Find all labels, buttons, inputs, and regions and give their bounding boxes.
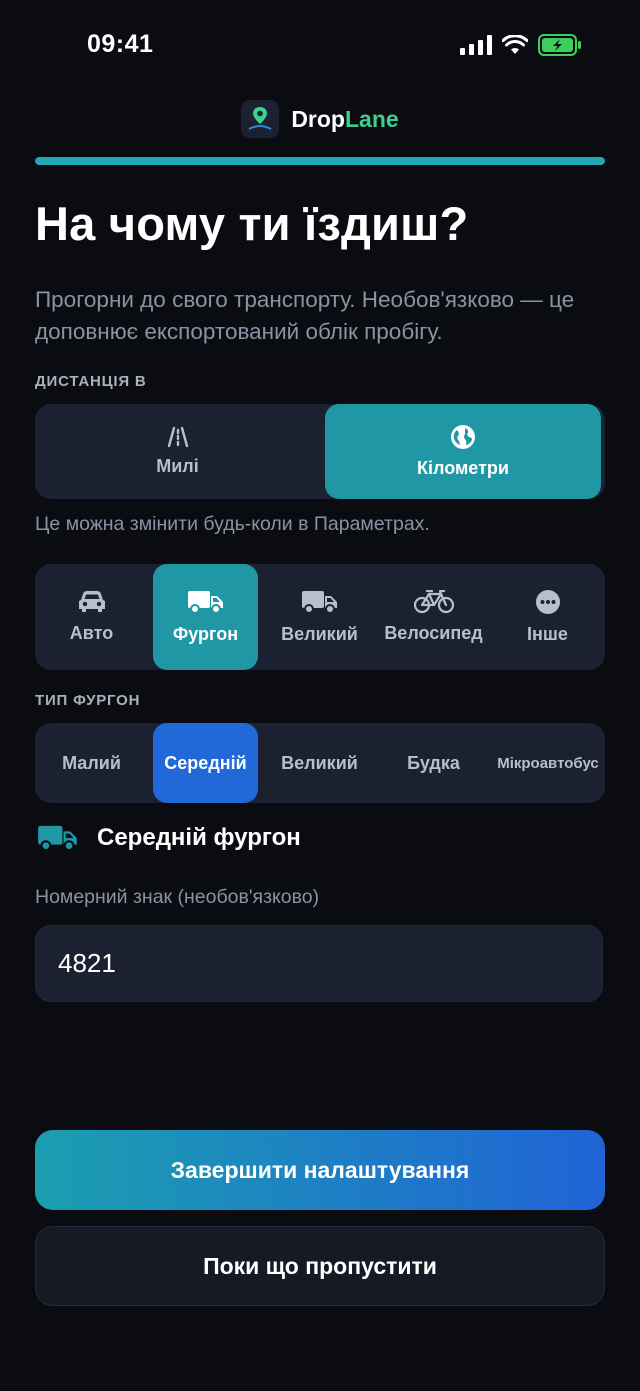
units-section-label: ДИСТАНЦІЯ В <box>35 373 147 390</box>
plate-input[interactable]: 4821 <box>35 925 603 1002</box>
globe-icon <box>451 425 475 449</box>
van-type-large[interactable]: Великий <box>267 723 372 803</box>
finish-setup-button[interactable]: Завершити налаштування <box>35 1130 605 1210</box>
app-name: DropLane <box>291 105 399 132</box>
app-brand: DropLane <box>0 100 640 138</box>
bicycle-icon <box>413 590 454 614</box>
van-type-selector: Малий Середній Великий Будка Мікроавтобу… <box>35 723 605 803</box>
selected-vehicle-summary: Середній фургон <box>37 823 301 853</box>
plate-field-label: Номерний знак (необов'язково) <box>35 886 320 908</box>
unit-option-miles[interactable]: Милі <box>35 404 320 499</box>
unit-label-miles: Милі <box>156 456 199 476</box>
vehicle-label-van: Фургон <box>172 624 239 644</box>
status-icons <box>460 34 582 56</box>
more-icon <box>535 590 560 614</box>
wifi-icon <box>502 35 528 54</box>
van-type-box[interactable]: Будка <box>381 723 486 803</box>
van-type-small[interactable]: Малий <box>39 723 144 803</box>
page-title: На чому ти їздиш? <box>35 197 469 250</box>
truck-icon <box>301 591 337 614</box>
car-icon <box>78 591 105 612</box>
vehicle-label-other: Інше <box>527 624 568 644</box>
vehicle-option-other[interactable]: Інше <box>495 564 600 670</box>
van-type-section-label: ТИП ФУРГОН <box>35 692 141 709</box>
vehicle-option-van[interactable]: Фургон <box>153 564 258 670</box>
vehicle-label-bicycle: Велосипед <box>384 623 483 643</box>
vehicle-type-selector: Авто Фургон Великий Велосипед Інше <box>35 564 605 670</box>
vehicle-option-car[interactable]: Авто <box>39 564 144 670</box>
unit-option-kilometers[interactable]: Кілометри <box>325 404 601 499</box>
van-icon <box>38 825 77 852</box>
skip-button[interactable]: Поки що пропустити <box>35 1226 605 1306</box>
vehicle-label-car: Авто <box>69 623 114 643</box>
van-type-minibus[interactable]: Мікроавтобус <box>491 723 605 803</box>
onboarding-progress-bar <box>35 157 605 165</box>
units-hint: Це можна змінити будь-коли в Параметрах. <box>35 513 430 535</box>
signal-icon <box>460 35 492 55</box>
app-logo-icon <box>241 100 280 138</box>
vehicle-label-large: Великий <box>281 624 358 644</box>
battery-icon <box>538 34 581 56</box>
distance-unit-selector: Милі Кілометри <box>35 404 605 499</box>
vehicle-option-large[interactable]: Великий <box>267 564 372 670</box>
progress-fill <box>35 157 605 165</box>
selected-vehicle-label: Середній фургон <box>97 824 301 851</box>
page-subtitle: Прогорни до свого транспорту. Необов'язк… <box>35 287 575 344</box>
van-type-medium[interactable]: Середній <box>153 723 258 803</box>
status-time: 09:41 <box>87 30 154 58</box>
van-icon <box>187 591 223 614</box>
road-icon <box>167 426 188 448</box>
vehicle-option-bicycle[interactable]: Велосипед <box>381 564 486 670</box>
unit-label-kilometers: Кілометри <box>417 458 509 478</box>
